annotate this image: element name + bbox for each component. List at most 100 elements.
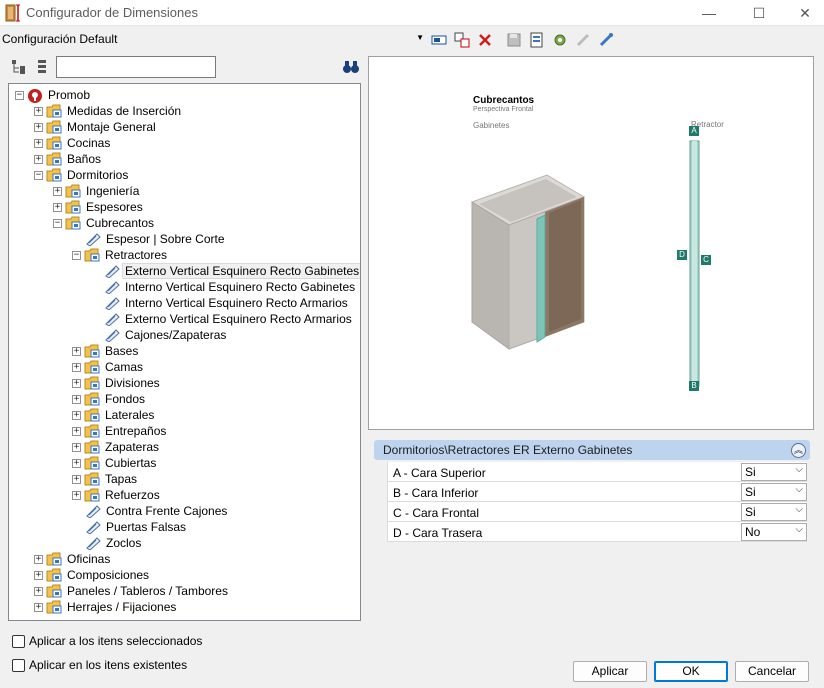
tree-item-label: Tapas <box>105 472 138 486</box>
connect-button[interactable] <box>597 31 615 49</box>
maximize-button[interactable]: ☐ <box>736 0 782 26</box>
minimize-button[interactable]: — <box>686 0 732 26</box>
apply-existing-checkbox[interactable]: Aplicar en los itens existentes <box>12 658 187 672</box>
tree-leaf-item[interactable]: Interno Vertical Esquinero Recto Armario… <box>104 295 350 311</box>
disconnect-button[interactable] <box>574 31 592 49</box>
folder-icon <box>84 248 100 262</box>
property-value-select[interactable]: Si ⌵ <box>741 463 807 481</box>
expand-icon[interactable]: + <box>34 570 43 580</box>
tree-folder-item[interactable]: + Cubiertas <box>72 455 158 471</box>
tree-folder-item[interactable]: + Fondos <box>72 391 147 407</box>
expand-icon[interactable]: + <box>34 122 43 132</box>
apply-button[interactable]: Aplicar <box>573 661 647 682</box>
checkbox-box[interactable] <box>12 634 25 648</box>
tree-item-label: Puertas Falsas <box>106 520 187 534</box>
tree-folder-item[interactable]: − Cubrecantos <box>53 215 156 231</box>
tree-folder-item[interactable]: + Tapas <box>72 471 139 487</box>
expand-icon[interactable]: + <box>72 394 81 404</box>
retractor-illustration <box>689 140 700 387</box>
title-bar: Configurador de Dimensiones — ☐ ✕ <box>0 0 824 26</box>
expand-icon[interactable]: + <box>72 442 81 452</box>
tree-leaf-item[interactable]: Interno Vertical Esquinero Recto Gabinet… <box>104 279 357 295</box>
expand-icon[interactable]: + <box>72 458 81 468</box>
folder-icon <box>46 552 62 566</box>
tree-folder-item[interactable]: + Oficinas <box>34 551 112 567</box>
expand-icon[interactable]: + <box>53 202 62 212</box>
copy-icon <box>454 32 470 48</box>
expand-icon[interactable]: + <box>34 154 43 164</box>
dimension-tree[interactable]: − Promob + Medidas de Inserción + Montaje Gen… <box>8 83 361 621</box>
tree-item-label: Cocinas <box>67 136 111 150</box>
tree-folder-item[interactable]: + Montaje General <box>34 119 158 135</box>
tree-item-label: Promob <box>48 88 91 102</box>
tree-folder-item[interactable]: + Ingeniería <box>53 183 141 199</box>
collapse-icon[interactable]: − <box>15 90 24 100</box>
tree-folder-item[interactable]: + Herrajes / Fijaciones <box>34 599 178 615</box>
tree-folder-item[interactable]: + Baños <box>34 151 103 167</box>
tree-folder-item[interactable]: + Paneles / Tableros / Tambores <box>34 583 230 599</box>
tree-folder-item[interactable]: + Bases <box>72 343 140 359</box>
tree-leaf-item[interactable]: Espesor | Sobre Corte <box>85 231 227 247</box>
checkbox-box[interactable] <box>12 658 25 672</box>
tree-folder-item[interactable]: − Retractores <box>72 247 169 263</box>
collapse-all-icon[interactable] <box>34 59 50 75</box>
tree-folder-item[interactable]: − Promob <box>15 87 92 103</box>
expand-icon[interactable]: + <box>72 346 81 356</box>
expand-icon[interactable]: + <box>72 410 81 420</box>
tree-leaf-item[interactable]: Zoclos <box>85 535 143 551</box>
tree-folder-item[interactable]: + Cocinas <box>34 135 112 151</box>
tree-folder-item[interactable]: + Zapateras <box>72 439 161 455</box>
expand-icon[interactable]: + <box>34 138 43 148</box>
rename-button[interactable] <box>430 31 448 49</box>
expand-icon[interactable]: + <box>34 554 43 564</box>
export-button[interactable] <box>528 31 546 49</box>
configuration-select[interactable]: Configuración Default ▼ <box>2 32 426 48</box>
tree-folder-item[interactable]: − Dormitorios <box>34 167 130 183</box>
tree-folder-item[interactable]: + Entrepaños <box>72 423 168 439</box>
tree-leaf-item[interactable]: Puertas Falsas <box>85 519 188 535</box>
tree-folder-item[interactable]: + Laterales <box>72 407 156 423</box>
expand-icon[interactable]: + <box>72 474 81 484</box>
property-value-select[interactable]: Si ⌵ <box>741 483 807 501</box>
save-button[interactable] <box>505 31 523 49</box>
apply-selected-checkbox[interactable]: Aplicar a los itens seleccionados <box>12 634 202 648</box>
search-input[interactable] <box>56 56 216 78</box>
ok-button[interactable]: OK <box>654 661 728 682</box>
expand-icon[interactable]: + <box>34 106 43 116</box>
binoculars-icon[interactable] <box>342 59 360 75</box>
tree-folder-item[interactable]: + Espesores <box>53 199 145 215</box>
expand-icon[interactable]: + <box>34 586 43 596</box>
expand-icon[interactable]: + <box>34 602 43 612</box>
tree-leaf-item[interactable]: Cajones/Zapateras <box>104 327 228 343</box>
folder-icon <box>65 184 81 198</box>
expand-icon[interactable]: + <box>72 362 81 372</box>
collapse-icon[interactable]: − <box>72 250 81 260</box>
tree-folder-item[interactable]: + Divisiones <box>72 375 162 391</box>
collapse-icon[interactable]: − <box>34 170 43 180</box>
chevron-down-icon: ⌵ <box>795 524 803 535</box>
delete-button[interactable] <box>476 31 494 49</box>
collapse-icon[interactable]: − <box>53 218 62 228</box>
cancel-button[interactable]: Cancelar <box>735 661 809 682</box>
expand-all-icon[interactable] <box>11 59 27 75</box>
copy-button[interactable] <box>453 31 471 49</box>
property-value-select[interactable]: Si ⌵ <box>741 503 807 521</box>
property-value-select[interactable]: No ⌵ <box>741 523 807 541</box>
expand-icon[interactable]: + <box>72 426 81 436</box>
collapse-icon[interactable]: ︽ <box>791 443 806 458</box>
expand-icon[interactable]: + <box>72 490 81 500</box>
expand-icon[interactable]: + <box>53 186 62 196</box>
close-button[interactable]: ✕ <box>782 0 824 26</box>
tree-leaf-item[interactable]: Externo Vertical Esquinero Recto Armario… <box>104 311 354 327</box>
tree-folder-item[interactable]: + Medidas de Inserción <box>34 103 183 119</box>
expand-icon[interactable]: + <box>72 378 81 388</box>
tree-item-label: Montaje General <box>67 120 156 134</box>
tree-item-label: Interno Vertical Esquinero Recto Armario… <box>125 296 348 310</box>
tree-folder-item[interactable]: + Composiciones <box>34 567 151 583</box>
tree-folder-item[interactable]: + Camas <box>72 359 145 375</box>
tree-folder-item[interactable]: + Refuerzos <box>72 487 162 503</box>
tree-leaf-item[interactable]: Externo Vertical Esquinero Recto Gabinet… <box>104 263 360 279</box>
tree-item-label: Entrepaños <box>105 424 167 438</box>
tree-leaf-item[interactable]: Contra Frente Cajones <box>85 503 229 519</box>
settings-button[interactable] <box>551 31 569 49</box>
